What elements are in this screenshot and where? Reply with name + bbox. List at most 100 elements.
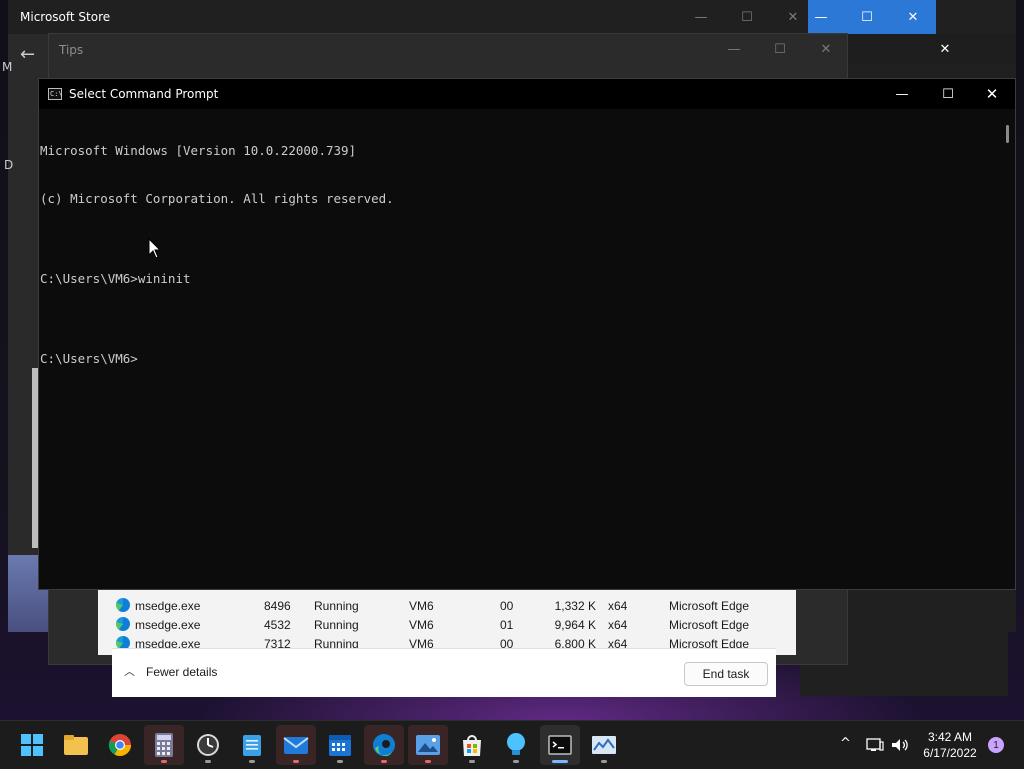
running-indicator bbox=[513, 760, 519, 763]
store-window-title: Microsoft Store bbox=[20, 10, 111, 24]
edge-icon bbox=[373, 734, 395, 757]
taskbar-start[interactable] bbox=[12, 725, 52, 765]
tips-maximize-button[interactable]: ☐ bbox=[757, 34, 803, 64]
taskbar-task-manager[interactable] bbox=[584, 725, 624, 765]
cmd-titlebar[interactable]: C:\ Select Command Prompt — ☐ ✕ bbox=[39, 79, 1015, 109]
taskbar-clock[interactable] bbox=[188, 725, 228, 765]
store-minimize-button[interactable]: — bbox=[678, 2, 724, 32]
cmd-close-button[interactable]: ✕ bbox=[969, 79, 1015, 109]
task-manager-icon bbox=[592, 736, 616, 754]
process-user: VM6 bbox=[409, 599, 434, 613]
taskbar-calendar[interactable] bbox=[320, 725, 360, 765]
calculator-icon bbox=[155, 733, 173, 757]
calendar-icon bbox=[329, 735, 351, 756]
cmd-maximize-button[interactable]: ☐ bbox=[925, 79, 971, 109]
tips-window-title: Tips bbox=[59, 43, 84, 57]
cmd-app-icon: C:\ bbox=[48, 88, 63, 100]
taskbar-file-explorer[interactable] bbox=[56, 725, 96, 765]
fewer-details-link[interactable]: Fewer details bbox=[146, 665, 217, 679]
taskbar-clock-display[interactable]: 3:42 AM 6/17/2022 bbox=[920, 729, 980, 761]
store-maximize-button[interactable]: ☐ bbox=[724, 2, 770, 32]
process-memory: 1,332 K bbox=[554, 599, 596, 613]
taskbar-command-prompt[interactable] bbox=[540, 725, 580, 765]
photos-icon bbox=[416, 735, 440, 755]
terminal-icon bbox=[548, 735, 572, 755]
table-row[interactable]: msedge.exe 4532 Running VM6 01 9,964 K x… bbox=[112, 616, 782, 635]
tips-close-button[interactable]: ✕ bbox=[803, 34, 849, 64]
running-indicator bbox=[601, 760, 607, 763]
process-memory: 9,964 K bbox=[554, 618, 596, 632]
back-arrow-icon[interactable]: ← bbox=[20, 44, 35, 65]
taskbar-notepad[interactable] bbox=[232, 725, 272, 765]
process-user: VM6 bbox=[409, 618, 434, 632]
cmd-minimize-button[interactable]: — bbox=[879, 79, 925, 109]
chrome-icon bbox=[108, 734, 131, 756]
notification-badge[interactable]: 1 bbox=[988, 737, 1004, 753]
process-description: Microsoft Edge bbox=[669, 599, 750, 613]
edge-icon bbox=[116, 617, 130, 631]
clock-icon bbox=[197, 734, 219, 756]
cmd-scrollbar-thumb[interactable] bbox=[1006, 125, 1009, 143]
process-pid: 4532 bbox=[264, 618, 291, 632]
tips-minimize-button[interactable]: — bbox=[711, 34, 757, 64]
store-side-text: M bbox=[2, 60, 13, 74]
running-indicator bbox=[249, 760, 255, 763]
process-arch: x64 bbox=[608, 599, 628, 613]
command-prompt-window[interactable]: C:\ Select Command Prompt — ☐ ✕ Microsof… bbox=[38, 78, 1016, 590]
window-maximize-button-2[interactable]: ☐ bbox=[844, 2, 890, 32]
store-side-text-2: D bbox=[4, 158, 14, 172]
task-manager-list[interactable]: msedge.exe 8496 Running VM6 00 1,332 K x… bbox=[98, 585, 796, 655]
end-task-button[interactable]: End task bbox=[684, 662, 768, 686]
tray-chevron-up-icon[interactable]: ^ bbox=[840, 736, 851, 751]
console-prompt-line[interactable]: C:\Users\VM6> bbox=[40, 351, 394, 367]
chevron-up-icon[interactable]: ︿ bbox=[124, 663, 135, 679]
notepad-icon bbox=[243, 735, 261, 756]
active-indicator bbox=[552, 760, 568, 763]
process-cpu: 01 bbox=[500, 618, 514, 632]
console-line: C:\Users\VM6>wininit bbox=[40, 271, 191, 286]
running-indicator bbox=[469, 760, 475, 763]
running-indicator bbox=[381, 760, 387, 763]
clock-date: 6/17/2022 bbox=[923, 746, 977, 760]
process-name: msedge.exe bbox=[135, 599, 201, 613]
cmd-window-title: Select Command Prompt bbox=[69, 87, 219, 101]
table-row[interactable]: msedge.exe 8496 Running VM6 00 1,332 K x… bbox=[112, 597, 782, 616]
taskbar-store[interactable] bbox=[452, 725, 492, 765]
windows-logo-icon bbox=[21, 734, 43, 756]
console-line: (c) Microsoft Corporation. All rights re… bbox=[40, 191, 394, 206]
running-indicator bbox=[205, 760, 211, 763]
console-line: Microsoft Windows [Version 10.0.22000.73… bbox=[40, 143, 357, 158]
running-indicator bbox=[337, 760, 343, 763]
process-description: Microsoft Edge bbox=[669, 618, 750, 632]
process-status: Running bbox=[314, 599, 359, 613]
window-close-button-2[interactable]: ✕ bbox=[890, 2, 936, 32]
store-icon bbox=[463, 735, 481, 756]
console-output[interactable]: Microsoft Windows [Version 10.0.22000.73… bbox=[40, 111, 394, 399]
process-name: msedge.exe bbox=[135, 618, 201, 632]
mail-icon bbox=[283, 737, 309, 754]
taskbar-mail[interactable] bbox=[276, 725, 316, 765]
taskbar: ^ 3:42 AM 6/17/2022 1 bbox=[0, 720, 1024, 769]
taskbar-edge[interactable] bbox=[364, 725, 404, 765]
process-arch: x64 bbox=[608, 618, 628, 632]
window-minimize-button-2[interactable]: — bbox=[798, 2, 844, 32]
running-indicator bbox=[425, 760, 431, 763]
mouse-cursor-icon bbox=[148, 238, 162, 259]
network-icon[interactable] bbox=[866, 737, 884, 753]
volume-icon[interactable] bbox=[890, 737, 910, 753]
process-status: Running bbox=[314, 618, 359, 632]
taskbar-chrome[interactable] bbox=[100, 725, 140, 765]
process-cpu: 00 bbox=[500, 599, 514, 613]
background-close-button[interactable]: ✕ bbox=[922, 34, 968, 64]
taskbar-tips[interactable] bbox=[496, 725, 536, 765]
edge-icon bbox=[116, 598, 130, 612]
running-indicator bbox=[293, 760, 299, 763]
taskbar-photos[interactable] bbox=[408, 725, 448, 765]
lightbulb-icon bbox=[507, 733, 525, 755]
folder-icon bbox=[64, 735, 88, 755]
process-pid: 8496 bbox=[264, 599, 291, 613]
taskbar-calculator[interactable] bbox=[144, 725, 184, 765]
task-manager-footer: ︿ Fewer details End task bbox=[112, 648, 776, 697]
clock-time: 3:42 AM bbox=[927, 730, 973, 744]
running-indicator bbox=[161, 760, 167, 763]
